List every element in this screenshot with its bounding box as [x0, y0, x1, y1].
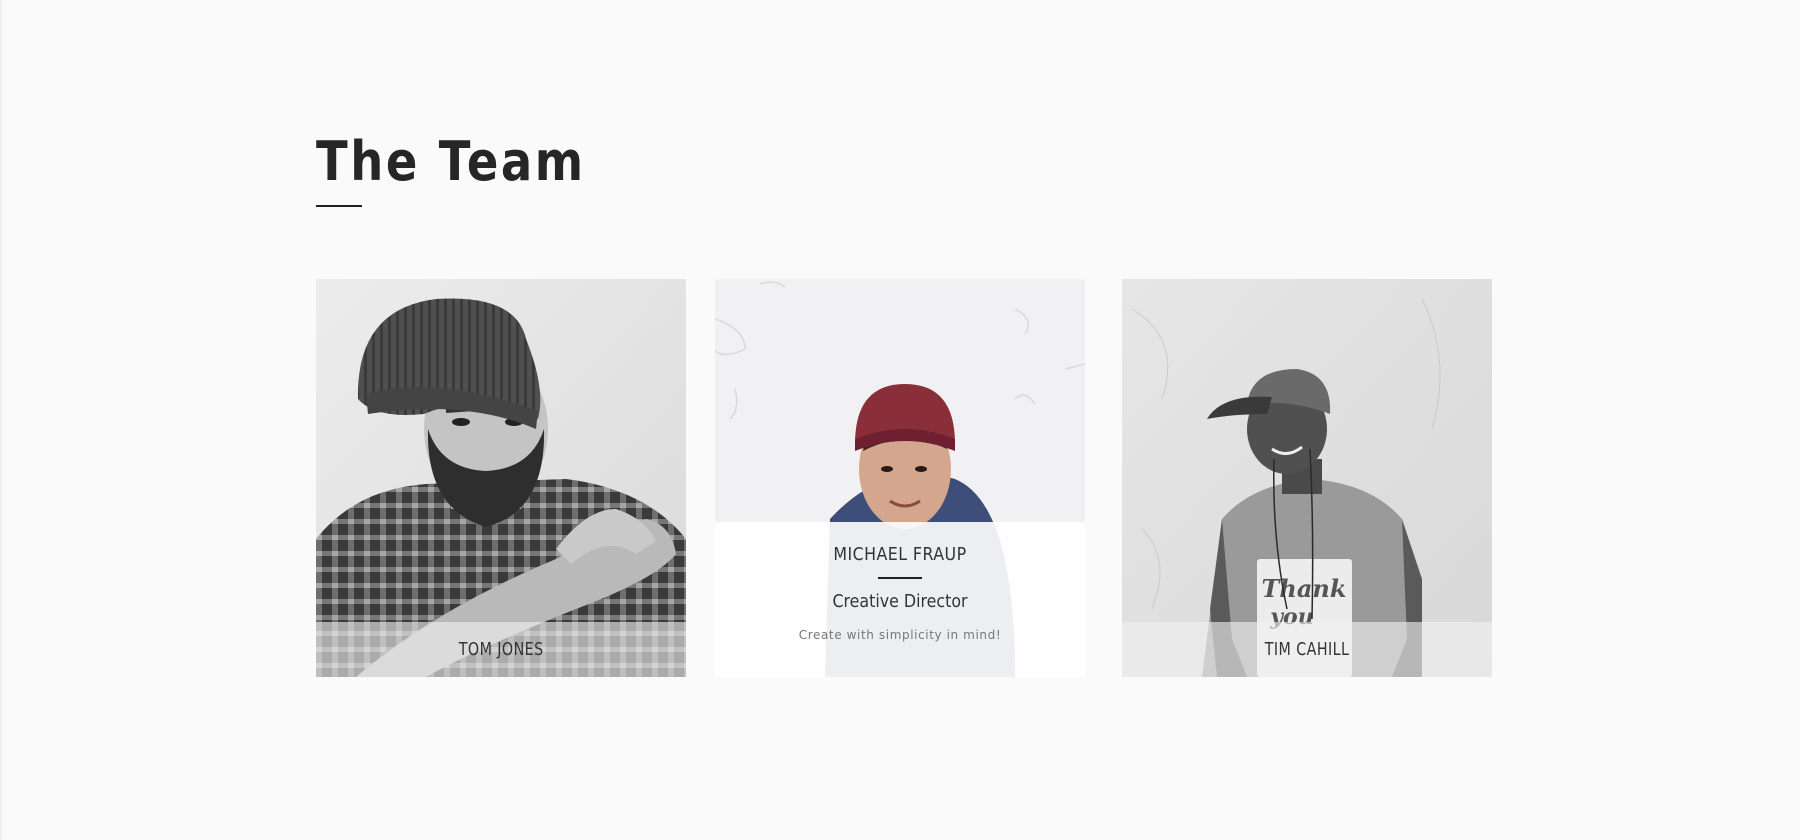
title-underline — [316, 205, 362, 207]
member-name-bar: TIM CAHILL — [1122, 622, 1492, 677]
member-name: TIM CAHILL — [1264, 639, 1350, 660]
name-divider — [878, 577, 922, 579]
section-title: The Team — [316, 130, 586, 193]
team-card-tom-jones[interactable]: TOM JONES — [316, 279, 686, 677]
member-details-overlay: MICHAEL FRAUP Creative Director Create w… — [715, 522, 1085, 677]
member-name: TOM JONES — [458, 639, 544, 660]
member-photo: Thank you — [1122, 279, 1492, 677]
team-page: The Team TOM JONES MICHAEL FRAUP Creativ… — [0, 0, 1800, 840]
member-role: Creative Director — [832, 591, 968, 612]
page-edge-divider — [0, 0, 2, 840]
member-name-bar: TOM JONES — [316, 622, 686, 677]
svg-text:Thank: Thank — [1262, 574, 1347, 603]
team-card-michael-fraup[interactable]: MICHAEL FRAUP Creative Director Create w… — [715, 279, 1085, 677]
member-name: MICHAEL FRAUP — [833, 544, 967, 565]
member-tagline: Create with simplicity in mind! — [798, 628, 1002, 642]
member-photo — [316, 279, 686, 677]
team-card-tim-cahill[interactable]: Thank you TIM CAHILL — [1122, 279, 1492, 677]
